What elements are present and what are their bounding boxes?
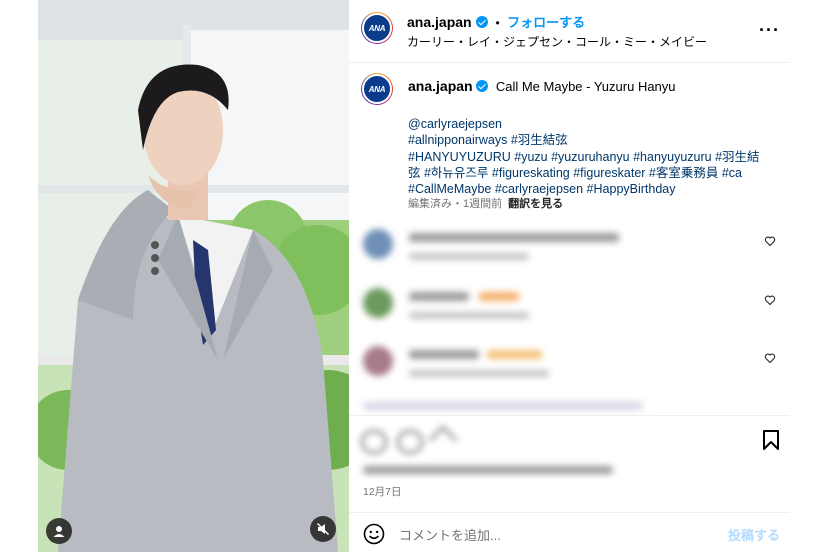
follow-separator: •: [495, 16, 500, 30]
edited-timestamp: 編集済み・1週間前: [408, 198, 503, 210]
comment-text-blurred: [409, 233, 619, 242]
comment-meta-blurred: [409, 253, 529, 260]
caption-line[interactable]: #allnipponairways #羽生結弦: [408, 132, 778, 148]
likes-summary-blurred: [363, 466, 613, 474]
comment-meta-blurred: [409, 312, 529, 319]
audio-label[interactable]: カーリー・レイ・ジェプセン・コール・ミー・メイビー: [407, 33, 707, 50]
video-frame: [38, 0, 349, 552]
commenter-avatar[interactable]: [363, 229, 393, 259]
post-comment-button[interactable]: 投稿する: [728, 525, 780, 544]
caption-meta: 編集済み・1週間前 翻訳を見る: [408, 195, 563, 211]
caption-username[interactable]: ana.japan: [408, 78, 473, 94]
commenter-avatar[interactable]: [363, 288, 393, 318]
comment-emoji-blurred: [487, 350, 542, 359]
comment-emoji-blurred: [479, 292, 519, 301]
share-icon[interactable]: [428, 425, 458, 455]
caption-line[interactable]: 弦 #하뉴유즈루 #figureskating #figureskater #客…: [408, 165, 778, 181]
more-options-icon[interactable]: ···: [759, 20, 780, 41]
translate-link[interactable]: 翻訳を見る: [508, 198, 563, 210]
comment-item: [359, 284, 784, 324]
like-heart-icon[interactable]: [764, 352, 776, 364]
avatar-logo: ANA: [368, 23, 386, 33]
follow-button[interactable]: フォローする: [507, 15, 585, 30]
post-details: ANA ana.japan • フォローする カーリー・レイ・ジェプセン・コール…: [349, 0, 790, 552]
caption-verified-icon: [476, 80, 489, 92]
bookmark-icon[interactable]: [762, 430, 780, 450]
post-video[interactable]: [38, 0, 349, 552]
caption-line[interactable]: @carlyraejepsen: [408, 116, 778, 132]
speaker-muted-icon: [316, 522, 330, 536]
emoji-icon[interactable]: [363, 523, 385, 545]
post-dialog: ANA ana.japan • フォローする カーリー・レイ・ジェプセン・コール…: [38, 0, 790, 552]
username-link[interactable]: ana.japan: [407, 14, 472, 30]
user-icon: [53, 526, 65, 537]
tagged-user-button[interactable]: [46, 518, 72, 544]
caption-avatar[interactable]: ANA: [361, 73, 393, 105]
caption-line[interactable]: #HANYUYUZURU #yuzu #yuzuruhanyu #hanyuyu…: [408, 149, 778, 165]
comment-text-blurred: [409, 292, 469, 301]
comment-item: [359, 225, 784, 265]
mute-button[interactable]: [310, 516, 336, 542]
comment-input[interactable]: コメントを追加...: [399, 525, 501, 544]
post-header: ANA ana.japan • フォローする カーリー・レイ・ジェプセン・コール…: [349, 0, 790, 63]
comment-icon[interactable]: [397, 430, 423, 454]
comment-meta-blurred: [409, 370, 549, 377]
comment-text-blurred: [409, 350, 479, 359]
like-heart-icon[interactable]: [764, 294, 776, 306]
like-icon[interactable]: [361, 430, 387, 454]
comment-partial-blurred: [363, 402, 643, 410]
comment-input-bar: コメントを追加... 投稿する: [349, 512, 790, 553]
commenter-avatar[interactable]: [363, 346, 393, 376]
post-date: 12月7日: [363, 486, 402, 498]
caption-avatar-logo: ANA: [368, 84, 386, 94]
like-heart-icon[interactable]: [764, 235, 776, 247]
verified-badge-icon: [476, 16, 489, 28]
profile-avatar[interactable]: ANA: [361, 12, 393, 44]
caption-text: @carlyraejepsen #allnipponairways #羽生結弦 …: [408, 116, 778, 197]
caption-title: Call Me Maybe - Yuzuru Hanyu: [495, 79, 676, 94]
action-bar: [349, 415, 790, 516]
comment-item: [359, 342, 784, 382]
